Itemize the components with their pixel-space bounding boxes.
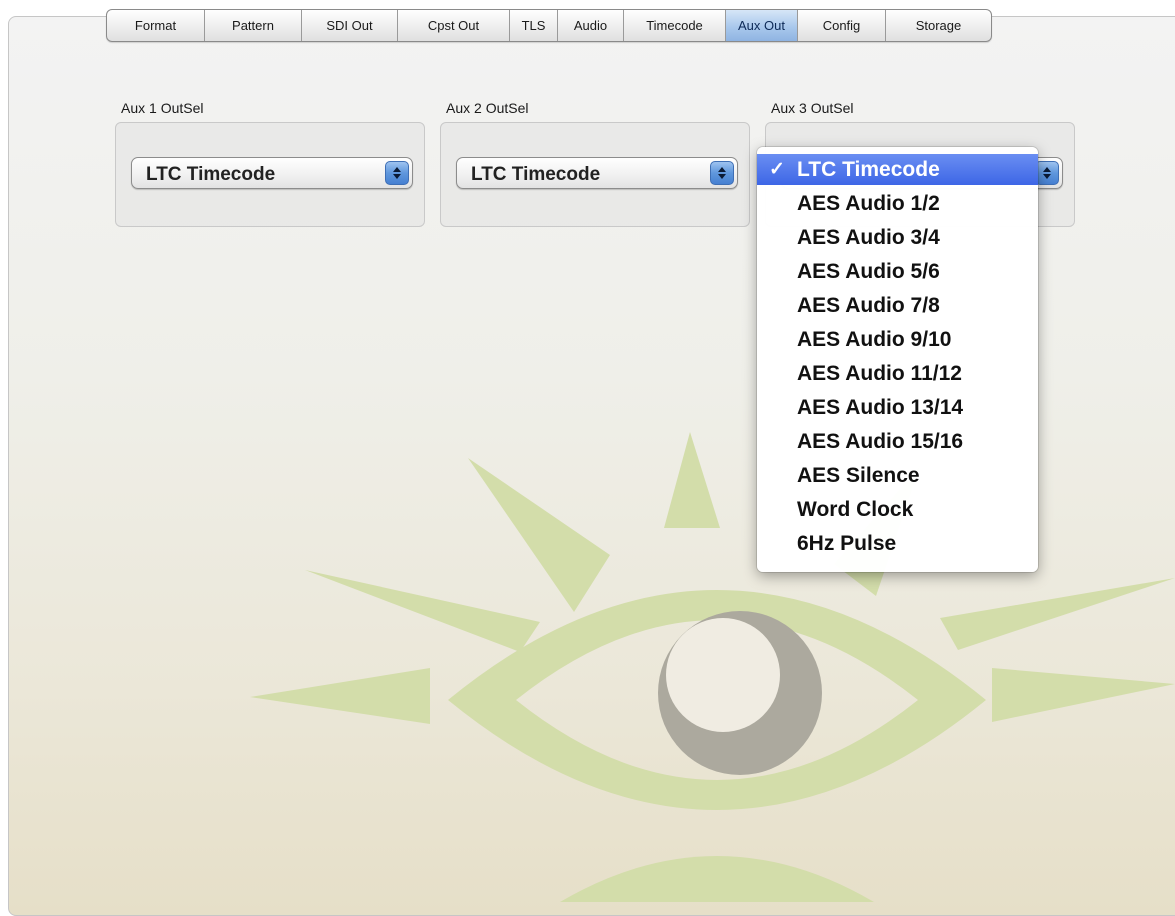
menu-item-label: AES Audio 15/16 — [797, 430, 964, 453]
menu-item[interactable]: AES Silence — [757, 459, 1038, 493]
tab-audio[interactable]: Audio — [557, 10, 623, 41]
tab-timecode[interactable]: Timecode — [623, 10, 725, 41]
menu-item-label: AES Silence — [797, 464, 920, 487]
checkmark-icon: ✓ — [769, 159, 785, 180]
menu-item[interactable]: AES Audio 15/16 — [757, 425, 1038, 459]
menu-item-label: AES Audio 7/8 — [797, 294, 940, 317]
tab-aux-out[interactable]: Aux Out — [725, 10, 797, 41]
up-down-arrows-icon[interactable] — [385, 161, 409, 185]
menu-item[interactable]: Word Clock — [757, 493, 1038, 527]
menu-item[interactable]: 6Hz Pulse — [757, 527, 1038, 561]
menu-item-label: 6Hz Pulse — [797, 532, 897, 555]
menu-item-label: AES Audio 3/4 — [797, 226, 940, 249]
aux2-outsel-label: Aux 2 OutSel — [446, 100, 529, 116]
menu-item[interactable]: AES Audio 5/6 — [757, 255, 1038, 289]
menu-item-label: AES Audio 11/12 — [797, 362, 962, 385]
menu-item[interactable]: AES Audio 9/10 — [757, 323, 1038, 357]
menu-item-label: Word Clock — [797, 498, 914, 521]
up-down-arrows-icon[interactable] — [710, 161, 734, 185]
popup-value: LTC Timecode — [146, 164, 276, 185]
aux3-dropdown-menu: ✓ LTC Timecode AES Audio 1/2 AES Audio 3/4 A… — [757, 147, 1038, 572]
aux1-outsel-label: Aux 1 OutSel — [121, 100, 204, 116]
menu-item[interactable]: AES Audio 13/14 — [757, 391, 1038, 425]
menu-item-label: AES Audio 1/2 — [797, 192, 940, 215]
menu-item-label: AES Audio 5/6 — [797, 260, 940, 283]
tab-storage[interactable]: Storage — [885, 10, 991, 41]
menu-item-label: LTC Timecode — [797, 158, 940, 181]
up-down-arrows-icon[interactable] — [1035, 161, 1059, 185]
menu-item[interactable]: ✓ LTC Timecode — [757, 154, 1038, 185]
menu-item-label: AES Audio 9/10 — [797, 328, 952, 351]
menu-item[interactable]: AES Audio 1/2 — [757, 187, 1038, 221]
tab-pattern[interactable]: Pattern — [204, 10, 301, 41]
tab-config[interactable]: Config — [797, 10, 885, 41]
menu-item[interactable]: AES Audio 3/4 — [757, 221, 1038, 255]
aux1-outsel-popup[interactable]: LTC Timecode — [131, 157, 413, 189]
menu-item[interactable]: AES Audio 7/8 — [757, 289, 1038, 323]
tab-cpst-out[interactable]: Cpst Out — [397, 10, 509, 41]
tab-sdi-out[interactable]: SDI Out — [301, 10, 397, 41]
tab-tls[interactable]: TLS — [509, 10, 557, 41]
aux3-outsel-label: Aux 3 OutSel — [771, 100, 854, 116]
tab-bar: Format Pattern SDI Out Cpst Out TLS Audio Time… — [106, 9, 992, 42]
menu-item-label: AES Audio 13/14 — [797, 396, 964, 419]
eye-pupil — [658, 611, 822, 775]
tab-format[interactable]: Format — [107, 10, 204, 41]
popup-value: LTC Timecode — [471, 164, 601, 185]
menu-item[interactable]: AES Audio 11/12 — [757, 357, 1038, 391]
aux2-outsel-popup[interactable]: LTC Timecode — [456, 157, 738, 189]
